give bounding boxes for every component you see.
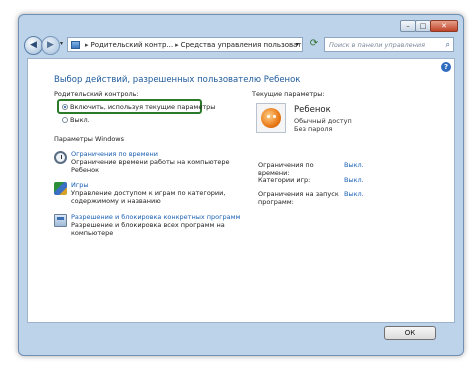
games-description: Управление доступом к играм по категории… [71,189,226,205]
refresh-icon[interactable]: ⟳ [307,37,321,52]
breadcrumb-user-controls[interactable]: Средства управления пользователем [181,41,302,49]
games-icon [54,182,67,195]
breadcrumb-separator: ▸ [175,41,179,49]
ok-button[interactable]: ОК [384,326,436,340]
radio-disable[interactable] [62,117,68,123]
avatar-image [261,108,281,128]
maximize-button[interactable]: □ [415,20,431,32]
programs-icon [54,214,67,227]
avatar-eye [273,115,276,118]
current-settings-label: Текущие параметры: [252,90,325,98]
option-disable-label: Выкл. [70,116,90,124]
parental-controls-label: Родительский контроль: [54,90,139,98]
current-setting-key: Ограничения на запуск программ: [258,190,339,206]
current-setting-value: Выкл. [344,190,364,198]
user-name: Ребенок [294,105,331,115]
recent-pages-dropdown[interactable]: ▾ [60,40,63,47]
option-disable[interactable]: Выкл. [62,116,90,124]
breadcrumb-parental-controls[interactable]: Родительский контр... [91,41,174,49]
clock-icon [54,151,67,164]
minimize-button[interactable]: – [400,20,416,32]
option-enable[interactable]: Включить, используя текущие параметры [62,103,215,111]
search-placeholder: Поиск в панели управления [329,41,426,49]
programs-description: Разрешение и блокировка всех программ на… [71,221,225,237]
user-avatar [256,103,286,133]
programs-link[interactable]: Разрешение и блокировка конкретных прогр… [71,213,240,221]
page-title: Выбор действий, разрешенных пользователю… [54,75,301,85]
close-button[interactable]: ✕ [430,20,458,32]
control-panel-icon [71,41,80,49]
current-setting-value: Выкл. [344,176,364,184]
radio-enable[interactable] [62,104,68,110]
address-dropdown-icon[interactable]: ▾ [296,38,299,51]
avatar-eye [267,115,270,118]
windows-settings-label: Параметры Windows [54,135,125,143]
time-limits-description: Ограничение времени работы на компьютере… [71,158,230,174]
time-limits-link[interactable]: Ограничения по времени [71,150,158,158]
search-icon[interactable]: ⌕ [446,38,450,51]
current-setting-key: Ограничения по времени: [258,161,314,177]
search-input[interactable]: Поиск в панели управления ⌕ [324,37,454,52]
account-type: Обычный доступ [294,117,352,125]
title-bar: – □ ✕ [19,15,463,33]
address-bar[interactable]: ▸ Родительский контр... ▸ Средства управлен… [67,37,303,52]
current-setting-value: Выкл. [344,161,364,169]
content-pane: ? Выбор действий, разрешенных пользовате… [27,58,455,323]
games-link[interactable]: Игры [71,181,89,189]
option-enable-label: Включить, используя текущие параметры [70,103,216,111]
forward-button[interactable]: ▶ [41,36,60,55]
current-setting-key: Категории игр: [258,176,311,184]
control-panel-window: – □ ✕ ◀ ▶ ▾ ▸ Родительский контр... ▸ Средс… [18,14,464,356]
navigation-bar: ◀ ▶ ▾ ▸ Родительский контр... ▸ Средства уп… [19,35,463,57]
help-icon[interactable]: ? [441,62,451,72]
password-status: Без пароля [294,125,333,133]
breadcrumb-separator: ▸ [85,41,89,49]
